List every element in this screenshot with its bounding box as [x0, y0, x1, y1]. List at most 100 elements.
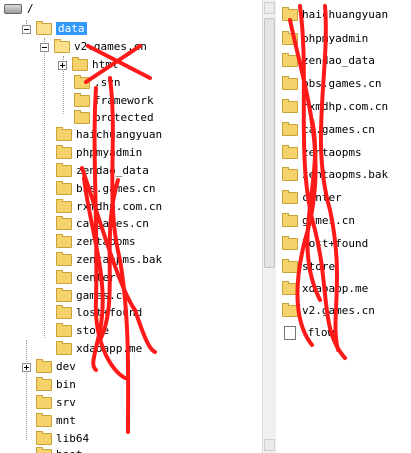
list-item[interactable]: center: [282, 189, 342, 207]
expand-toggle[interactable]: [58, 60, 67, 70]
folder-open-icon: [36, 21, 52, 35]
folder-icon: [282, 303, 298, 317]
tree-node[interactable]: haichuangyuan: [56, 126, 162, 144]
tree-node-v2-games[interactable]: v2.games.cn: [40, 38, 147, 56]
list-item-label: center: [302, 191, 342, 204]
list-item[interactable]: rxmdhp.com.cn: [282, 98, 388, 116]
expand-toggle[interactable]: [22, 362, 31, 372]
list-item[interactable]: zentaopms: [282, 144, 362, 162]
folder-icon: [56, 216, 72, 230]
tree-item-label: lib64: [56, 432, 90, 445]
list-item-label: ca.games.cn: [302, 123, 375, 136]
list-item-label: xdaoapp.me: [302, 282, 369, 295]
tree-node[interactable]: phpmyadmin: [56, 144, 142, 162]
tree-node[interactable]: zentaopms.bak: [56, 251, 162, 269]
list-item[interactable]: phpmyadmin: [282, 30, 368, 48]
tree-root-label: /: [27, 2, 34, 15]
tree-node[interactable]: mnt: [36, 412, 76, 430]
folder-icon: [282, 281, 298, 295]
list-item-label: lost+found: [302, 237, 369, 250]
list-item[interactable]: store: [282, 258, 335, 276]
list-item[interactable]: zentaopms.bak: [282, 166, 388, 184]
folder-icon: [74, 93, 90, 107]
tree-node[interactable]: zendao_data: [56, 162, 149, 180]
folder-icon: [36, 447, 52, 453]
tree-item-label: games.cn: [76, 289, 129, 302]
tree-node[interactable]: games.cn: [56, 287, 129, 305]
folder-open-icon: [54, 39, 70, 53]
folder-icon: [74, 110, 90, 124]
tree-node[interactable]: lost+found: [56, 304, 142, 322]
list-item[interactable]: ca.games.cn: [282, 121, 375, 139]
list-item[interactable]: zendao_data: [282, 52, 375, 70]
list-item[interactable]: games.cn: [282, 212, 355, 230]
folder-icon: [282, 213, 298, 227]
folder-icon: [36, 377, 52, 391]
tree-item-label: lost+found: [76, 306, 143, 319]
tree-selected-label: data: [56, 22, 87, 35]
tree-node[interactable]: center: [56, 269, 116, 287]
tree-node[interactable]: zentaopms: [56, 233, 136, 251]
tree-item-label: haichuangyuan: [76, 128, 163, 141]
tree-item-label: dev: [56, 360, 76, 373]
folder-icon: [282, 145, 298, 159]
folder-icon: [282, 7, 298, 21]
tree-item-label: protected: [94, 111, 154, 124]
folder-icon: [282, 53, 298, 67]
folder-icon: [56, 127, 72, 141]
tree-node-html[interactable]: html: [58, 56, 119, 74]
file-icon: [284, 326, 296, 340]
tree-node[interactable]: store: [56, 322, 109, 340]
tree-node-protected[interactable]: protected: [74, 109, 154, 127]
tree-item-label: center: [76, 271, 116, 284]
folder-icon: [56, 341, 72, 355]
list-item[interactable]: bbs.games.cn: [282, 75, 381, 93]
tree-node[interactable]: ca.games.cn: [56, 215, 149, 233]
tree-item-label: .svn: [94, 76, 121, 89]
drive-icon: [4, 4, 22, 14]
list-item[interactable]: .flow: [282, 324, 334, 342]
tree-node-framework[interactable]: framework: [74, 92, 154, 110]
tree-item-label: zentaopms: [76, 235, 136, 248]
folder-icon: [56, 270, 72, 284]
list-item[interactable]: xdaoapp.me: [282, 280, 368, 298]
tree-item-label: zentaopms.bak: [76, 253, 163, 266]
folder-icon: [282, 167, 298, 181]
list-item-label: zendao_data: [302, 54, 375, 67]
tree-item-label: html: [92, 58, 119, 71]
directory-tree[interactable]: / data v2.games.cn html .svn framework p…: [0, 0, 262, 453]
tree-node-svn[interactable]: .svn: [74, 74, 121, 92]
scroll-thumb[interactable]: [264, 18, 275, 268]
folder-icon: [282, 190, 298, 204]
folder-icon: [36, 431, 52, 445]
tree-item-label: phpmyadmin: [76, 146, 143, 159]
folder-icon: [56, 288, 72, 302]
tree-node[interactable]: bin: [36, 376, 76, 394]
tree-connector: [26, 340, 27, 440]
folder-icon: [36, 395, 52, 409]
folder-icon: [282, 76, 298, 90]
collapse-toggle[interactable]: [40, 42, 49, 52]
scroll-up-arrow[interactable]: [264, 2, 275, 14]
tree-node[interactable]: srv: [36, 394, 76, 412]
tree-node[interactable]: bbs.games.cn: [56, 180, 155, 198]
list-item-label: haichuangyuan: [302, 8, 389, 21]
list-item[interactable]: lost+found: [282, 235, 368, 253]
folder-icon: [282, 122, 298, 136]
list-item-label: bbs.games.cn: [302, 77, 382, 90]
scroll-down-arrow[interactable]: [264, 439, 275, 451]
tree-node[interactable]: rxmdhp.com.cn: [56, 198, 162, 216]
collapse-toggle[interactable]: [22, 24, 31, 34]
tree-node[interactable]: xdaoapp.me: [56, 340, 142, 358]
tree-node[interactable]: boot: [36, 446, 83, 453]
tree-scrollbar[interactable]: [262, 0, 276, 453]
list-item[interactable]: haichuangyuan: [282, 6, 388, 24]
file-list[interactable]: haichuangyuan phpmyadmin zendao_data bbs…: [276, 0, 411, 453]
tree-node-dev[interactable]: dev: [22, 358, 76, 376]
list-item-label: rxmdhp.com.cn: [302, 100, 389, 113]
tree-item-label: srv: [56, 396, 76, 409]
tree-node-root[interactable]: /: [4, 0, 34, 18]
tree-node-data[interactable]: data: [22, 20, 87, 38]
list-item[interactable]: v2.games.cn: [282, 302, 375, 320]
tree-item-label: ca.games.cn: [76, 217, 149, 230]
